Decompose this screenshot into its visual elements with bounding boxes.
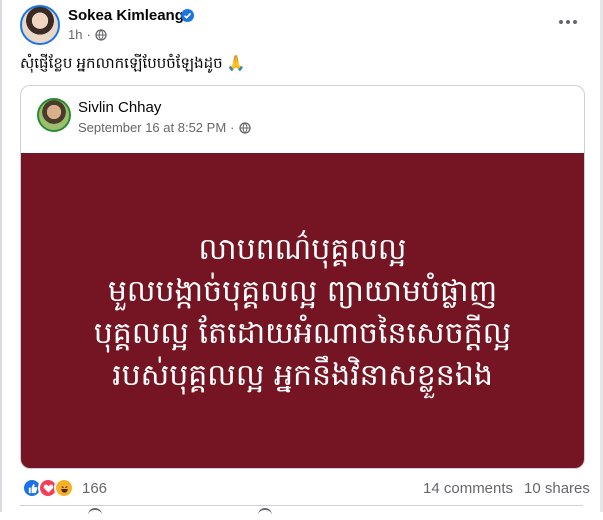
reactions-summary[interactable]: 166	[22, 478, 107, 498]
quote-line: បុគ្គលល្អ តែដោយអំណាចនៃសេចក្តីល្អ	[93, 316, 512, 351]
shared-post-date[interactable]: September 16 at 8:52 PM	[78, 120, 226, 135]
quote-text: លាបពណ៌បុគ្គលល្អ មួលបង្កាច់បុគ្គលល្អ ព្យា…	[21, 229, 584, 397]
quote-line: លាបពណ៌បុគ្គលល្អ	[198, 232, 407, 267]
comment-action-peek[interactable]	[258, 508, 272, 520]
globe-icon	[238, 121, 251, 134]
like-action-peek[interactable]	[88, 508, 102, 520]
meta-separator: ·	[230, 120, 235, 135]
shared-author-avatar[interactable]	[37, 98, 71, 132]
post-meta: 1h ·	[68, 27, 107, 42]
author-name[interactable]: Sokea Kimleang	[68, 7, 184, 24]
author-avatar[interactable]	[20, 5, 60, 45]
shared-post-meta: September 16 at 8:52 PM ·	[78, 120, 251, 135]
quote-line: របស់បុគ្គលល្អ អ្នកនឹងវិនាសខ្លួនឯង	[112, 358, 493, 393]
verified-icon	[181, 9, 194, 22]
footer-divider	[20, 505, 583, 506]
haha-icon	[54, 478, 74, 498]
meta-separator: ·	[86, 27, 91, 42]
more-icon[interactable]	[556, 14, 580, 30]
reaction-count[interactable]: 166	[82, 480, 107, 497]
comments-count[interactable]: 14 comments	[423, 480, 513, 497]
shared-post-card[interactable]: Sivlin Chhay September 16 at 8:52 PM · ល…	[20, 85, 585, 469]
window-edge-left	[0, 0, 2, 512]
quote-line: មួលបង្កាច់បុគ្គលល្អ ព្យាយាមបំផ្លាញ	[107, 274, 498, 309]
shared-author-name[interactable]: Sivlin Chhay	[78, 99, 161, 116]
quote-image[interactable]: លាបពណ៌បុគ្គលល្អ មួលបង្កាច់បុគ្គលល្អ ព្យា…	[21, 153, 584, 468]
shares-count[interactable]: 10 shares	[524, 480, 590, 497]
post-time[interactable]: 1h	[68, 27, 82, 42]
globe-icon	[95, 28, 107, 41]
post-caption: សុំផ្ញើខ្លែប អ្នកលាកឡើបែបចំឡែងដូច 🙏	[20, 55, 246, 72]
